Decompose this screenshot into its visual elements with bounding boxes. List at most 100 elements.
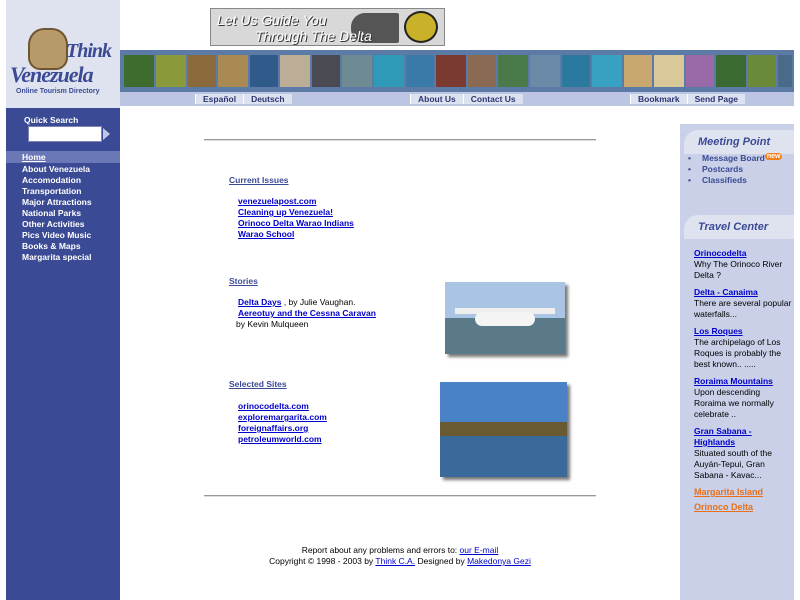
mp-item-classifieds[interactable]: Classifieds xyxy=(688,175,747,185)
photo-tile xyxy=(406,55,434,87)
info-links: About Us Contact Us xyxy=(410,94,523,104)
meeting-point-heading: Meeting Point xyxy=(698,136,771,148)
footer-designed-by-text: Designed by xyxy=(415,556,468,566)
photo-tile xyxy=(156,55,186,87)
margarita-island-link[interactable]: Margarita Island xyxy=(694,487,763,497)
story-2-author: by Kevin Mulqueen xyxy=(236,319,309,329)
photo-tile xyxy=(188,55,216,87)
photo-tile xyxy=(250,55,278,87)
photo-tile xyxy=(498,55,528,87)
quick-search-panel: Quick Search xyxy=(6,112,120,150)
stories-heading[interactable]: Stories xyxy=(229,276,258,286)
contact-us-link[interactable]: Contact Us xyxy=(462,94,523,104)
bookmark-link[interactable]: Bookmark xyxy=(630,94,687,104)
footer-email-link[interactable]: our E-mail xyxy=(460,545,499,555)
photo-strip xyxy=(120,50,794,92)
send-page-link[interactable]: Send Page xyxy=(686,94,746,104)
travel-center-header: Travel Center xyxy=(684,215,794,239)
tc-desc: The archipelago of Los Roques is probabl… xyxy=(694,337,781,369)
meeting-point-header: Meeting Point xyxy=(684,130,794,154)
river-photo xyxy=(440,382,567,477)
photo-tile xyxy=(312,55,340,87)
nav-item-home[interactable]: Home xyxy=(6,151,120,163)
photo-tile xyxy=(280,55,310,87)
selected-sites-heading[interactable]: Selected Sites xyxy=(229,379,287,389)
site-logo[interactable]: Think Venezuela Online Tourism Directory xyxy=(6,0,120,108)
story-aereotuy-link[interactable]: Aereotuy and the Cessna Caravan xyxy=(238,308,376,318)
tc-title-orinocodelta[interactable]: Orinocodelta xyxy=(694,248,794,259)
photo-tile xyxy=(624,55,652,87)
photo-tile xyxy=(218,55,248,87)
tc-title-delta-canaima[interactable]: Delta - Canaima xyxy=(694,287,794,298)
issue-link-cleaning-up[interactable]: Cleaning up Venezuela! xyxy=(238,207,333,217)
story-1-author: , by Julie Vaughan. xyxy=(281,297,356,307)
page-root: Think Venezuela Online Tourism Directory… xyxy=(0,0,800,600)
story-delta-days-link[interactable]: Delta Days xyxy=(238,297,281,307)
issue-link-warao-school[interactable]: Warao School xyxy=(238,229,294,239)
nav-item-pics-video-music[interactable]: Pics Video Music xyxy=(6,230,120,241)
site-link-orinocodelta[interactable]: orinocodelta.com xyxy=(238,401,309,411)
quick-search-input[interactable] xyxy=(28,126,102,142)
footer-copyright-text: Copyright © 1998 - 2003 by xyxy=(269,556,376,566)
tc-title-gran-sabana[interactable]: Gran Sabana - Highlands xyxy=(694,426,794,448)
footer-report-text: Report about any problems and errors to: xyxy=(301,545,460,555)
photo-tile xyxy=(530,55,560,87)
photo-tile xyxy=(436,55,466,87)
photo-tile xyxy=(716,55,746,87)
search-go-arrow-icon[interactable] xyxy=(103,128,110,140)
site-link-exploremargarita[interactable]: exploremargarita.com xyxy=(238,412,327,422)
travel-center-heading: Travel Center xyxy=(698,221,769,233)
footer-designer-link[interactable]: Makedonya Gezi xyxy=(467,556,531,566)
seaplane-photo xyxy=(445,282,565,354)
divider-top xyxy=(204,139,596,141)
about-us-link[interactable]: About Us xyxy=(410,94,463,104)
sidebar-nav: Home About Venezuela Accomodation Transp… xyxy=(6,151,120,263)
photo-tile xyxy=(748,55,776,87)
nav-item-other-activities[interactable]: Other Activities xyxy=(6,219,120,230)
logo-think-text: Think xyxy=(66,40,112,62)
nav-item-books-maps[interactable]: Books & Maps xyxy=(6,241,120,252)
current-issues-heading[interactable]: Current Issues xyxy=(229,175,289,185)
lang-espanol-link[interactable]: Español xyxy=(195,94,244,104)
photo-tile xyxy=(374,55,404,87)
nav-item-transportation[interactable]: Transportation xyxy=(6,186,120,197)
footer-think-link[interactable]: Think C.A. xyxy=(375,556,415,566)
issue-link-venezuelapost[interactable]: venezuelapost.com xyxy=(238,196,316,206)
photo-tile xyxy=(562,55,590,87)
delta-banner[interactable]: Let Us Guide You Through The Delta xyxy=(210,8,445,46)
logo-venezuela-text: Venezuela xyxy=(10,62,94,87)
banner-line-2: Through The Delta xyxy=(255,28,372,44)
site-link-foreignaffairs[interactable]: foreignaffairs.org xyxy=(238,423,308,433)
tc-title-los-roques[interactable]: Los Roques xyxy=(694,326,794,337)
footer-copyright-line: Copyright © 1998 - 2003 by Think C.A. De… xyxy=(200,556,600,567)
site-link-petroleumworld[interactable]: petroleumworld.com xyxy=(238,434,322,444)
mp-item-message-board[interactable]: Message Boardnew xyxy=(688,153,783,163)
banner-line-1: Let Us Guide You xyxy=(217,12,327,28)
photo-tile xyxy=(686,55,714,87)
lang-deutsch-link[interactable]: Deutsch xyxy=(243,94,292,104)
quick-search-label: Quick Search xyxy=(24,115,79,125)
new-badge: new xyxy=(764,153,783,160)
orinoco-delta-link[interactable]: Orinoco Delta xyxy=(694,502,753,512)
top-menu-bar: Español Deutsch About Us Contact Us Book… xyxy=(120,92,794,106)
tc-title-roraima[interactable]: Roraima Mountains xyxy=(694,376,794,387)
nav-item-accomodation[interactable]: Accomodation xyxy=(6,175,120,186)
issue-link-warao-indians[interactable]: Orinoco Delta Warao Indians xyxy=(238,218,354,228)
logo-tagline: Online Tourism Directory xyxy=(16,88,100,95)
travel-center-list: Orinocodelta Why The Orinoco River Delta… xyxy=(694,248,794,487)
footer: Report about any problems and errors to:… xyxy=(200,545,600,567)
nav-item-major-attractions[interactable]: Major Attractions xyxy=(6,197,120,208)
nav-item-margarita-special[interactable]: Margarita special xyxy=(6,252,120,263)
tc-desc: There are several popular waterfalls... xyxy=(694,298,792,319)
banner-guide-figure-icon xyxy=(404,11,438,43)
mp-item-postcards[interactable]: Postcards xyxy=(688,164,743,174)
photo-tile xyxy=(592,55,622,87)
divider-bottom xyxy=(204,495,596,497)
tc-desc: Why The Orinoco River Delta ? xyxy=(694,259,783,280)
nav-item-about-venezuela[interactable]: About Venezuela xyxy=(6,164,120,175)
footer-report-line: Report about any problems and errors to:… xyxy=(200,545,600,556)
nav-item-national-parks[interactable]: National Parks xyxy=(6,208,120,219)
tc-desc: Upon descending Roraima we normally cele… xyxy=(694,387,774,419)
tool-links: Bookmark Send Page xyxy=(630,94,746,104)
language-links: Español Deutsch xyxy=(195,94,292,104)
